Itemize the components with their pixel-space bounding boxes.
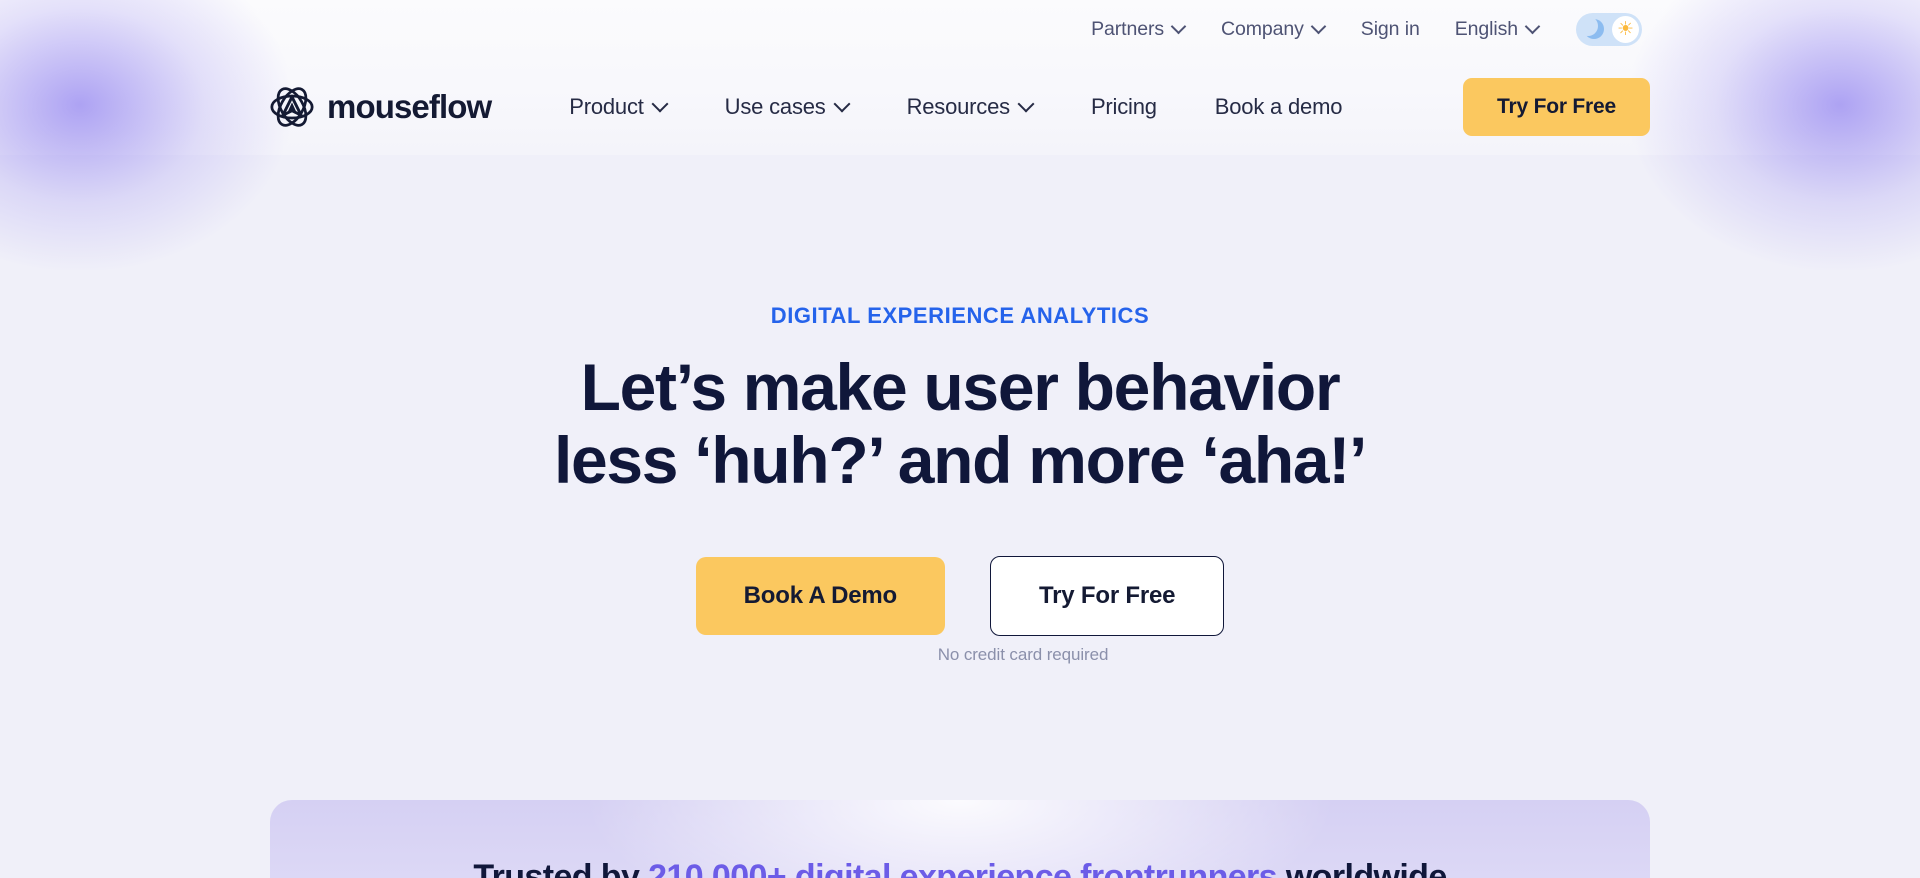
main-navigation: mouseflow Product Use cases Resources Pr… xyxy=(0,58,1920,155)
topbar-item-sign-in[interactable]: Sign in xyxy=(1361,18,1420,41)
theme-toggle-knob: ☀ xyxy=(1612,15,1639,43)
page-root: Partners Company Sign in English ☀ mouse… xyxy=(0,0,1920,878)
chevron-down-icon xyxy=(1527,21,1540,34)
topbar-label-sign-in: Sign in xyxy=(1360,17,1420,40)
nav-label-product: Product xyxy=(569,93,644,119)
topbar-label-language: English xyxy=(1454,17,1518,40)
trusted-highlight: 210,000+ digital experience frontrunners xyxy=(648,858,1277,878)
hero-title-line-1: Let’s make user behavior xyxy=(580,350,1341,424)
top-utility-bar: Partners Company Sign in English ☀ xyxy=(0,0,1920,58)
topbar-label-partners: Partners xyxy=(1091,17,1165,40)
hero-cta-row: Book A Demo Try For Free xyxy=(695,555,1225,636)
chevron-down-icon xyxy=(1313,21,1326,34)
hero-cta-note: No credit card required xyxy=(937,645,1109,664)
moon-icon xyxy=(1578,16,1604,39)
brand-name: mouseflow xyxy=(327,87,492,125)
hero-title: Let’s make user behavior less ‘huh?’ and… xyxy=(553,350,1367,498)
topbar-item-partners[interactable]: Partners xyxy=(1091,18,1186,41)
hero-eyebrow: DIGITAL EXPERIENCE ANALYTICS xyxy=(770,303,1150,328)
chevron-down-icon xyxy=(654,98,667,111)
brand-logo[interactable]: mouseflow xyxy=(270,85,492,129)
atom-cursor-icon xyxy=(270,86,314,127)
nav-links: Product Use cases Resources Pricing Book… xyxy=(569,94,1400,120)
hero-section: DIGITAL EXPERIENCE ANALYTICS Let’s make … xyxy=(0,155,1920,664)
chevron-down-icon xyxy=(836,98,849,111)
nav-label-resources: Resources xyxy=(906,93,1011,119)
hero-title-line-2: less ‘huh?’ and more ‘aha!’ xyxy=(553,423,1367,498)
topbar-item-company[interactable]: Company xyxy=(1221,18,1326,41)
trusted-prefix: Trusted by xyxy=(473,858,649,878)
nav-label-pricing: Pricing xyxy=(1090,93,1157,119)
chevron-down-icon xyxy=(1020,98,1033,111)
trusted-by-card: Trusted by 210,000+ digital experience f… xyxy=(270,800,1650,878)
nav-item-book-a-demo[interactable]: Book a demo xyxy=(1214,93,1343,120)
trusted-by-text: Trusted by 210,000+ digital experience f… xyxy=(270,858,1650,878)
nav-item-resources[interactable]: Resources xyxy=(907,94,1033,120)
topbar-label-company: Company xyxy=(1221,17,1304,40)
nav-item-pricing[interactable]: Pricing xyxy=(1091,94,1157,120)
nav-label-use-cases: Use cases xyxy=(724,93,826,119)
hero-book-a-demo-button[interactable]: Book A Demo xyxy=(695,556,946,635)
topbar-item-language[interactable]: English xyxy=(1455,18,1540,41)
hero-try-for-free-button[interactable]: Try For Free xyxy=(990,555,1225,636)
nav-label-book-a-demo: Book a demo xyxy=(1214,93,1343,119)
nav-item-product[interactable]: Product xyxy=(569,94,666,120)
sun-icon: ☀ xyxy=(1616,18,1635,40)
nav-try-for-free-button[interactable]: Try For Free xyxy=(1463,77,1650,136)
theme-toggle[interactable]: ☀ xyxy=(1576,12,1642,46)
nav-item-use-cases[interactable]: Use cases xyxy=(725,94,849,120)
site-header: Partners Company Sign in English ☀ mouse… xyxy=(0,0,1920,270)
trusted-suffix: worldwide xyxy=(1276,858,1447,878)
chevron-down-icon xyxy=(1173,21,1186,34)
